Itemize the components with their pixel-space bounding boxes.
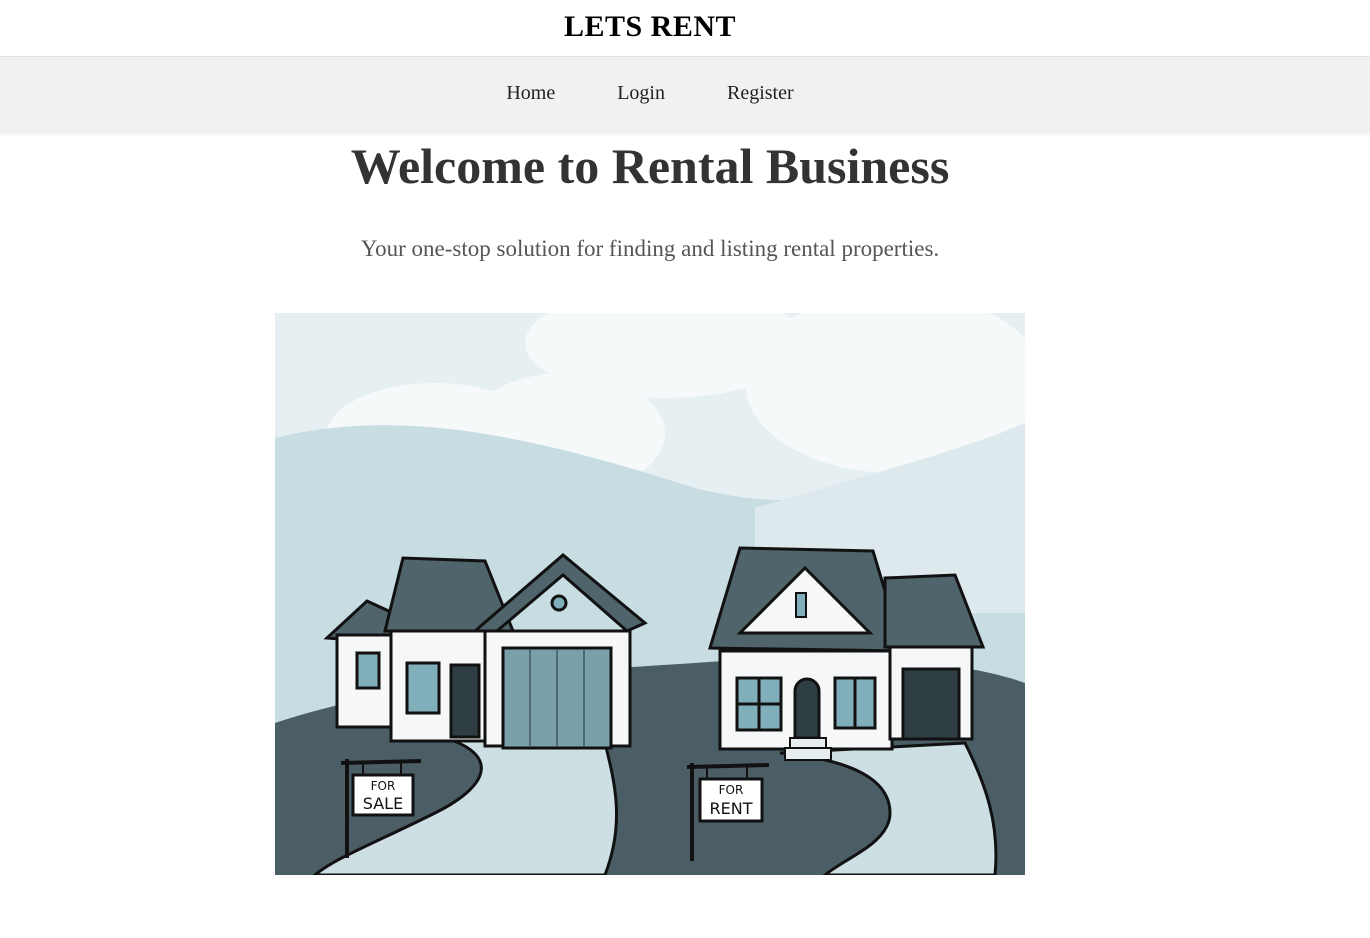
nav-list: Home Login Register [0, 82, 1300, 105]
svg-text:FOR: FOR [719, 783, 744, 797]
hero-title: Welcome to Rental Business [350, 138, 950, 194]
svg-text:RENT: RENT [710, 799, 753, 818]
site-brand[interactable]: LETS RENT [0, 10, 1300, 44]
nav-register-link[interactable]: Register [727, 82, 794, 105]
svg-text:FOR: FOR [371, 779, 396, 793]
houses-illustration: FOR SALE FOR RENT [275, 313, 1025, 875]
hero-subtitle: Your one-stop solution for finding and l… [360, 236, 940, 261]
nav-login-link[interactable]: Login [617, 82, 665, 105]
svg-text:SALE: SALE [363, 794, 403, 813]
main-navbar: Home Login Register [0, 57, 1370, 132]
top-header: LETS RENT [0, 0, 1370, 57]
nav-home-link[interactable]: Home [506, 82, 555, 105]
